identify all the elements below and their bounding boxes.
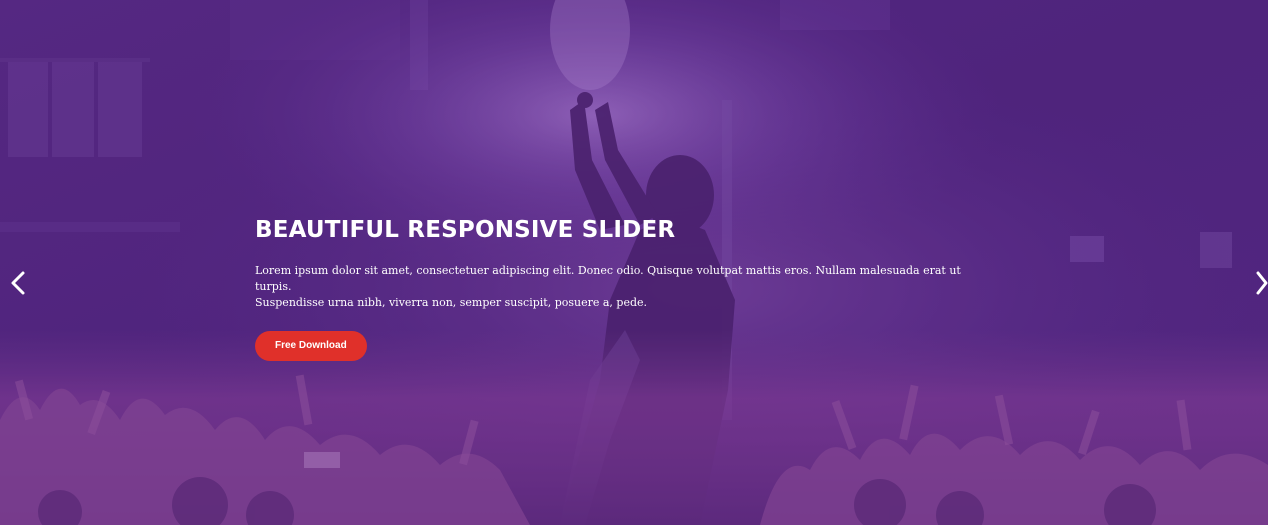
slide-description-line1: Lorem ipsum dolor sit amet, consectetuer… <box>255 264 961 293</box>
hero-slider: BEAUTIFUL RESPONSIVE SLIDER Lorem ipsum … <box>0 0 1268 525</box>
free-download-button[interactable]: Free Download <box>255 331 367 361</box>
slide-title: BEAUTIFUL RESPONSIVE SLIDER <box>255 217 676 243</box>
chevron-left-icon <box>11 271 25 295</box>
chevron-right-icon <box>1256 271 1268 295</box>
slide-description-line2: Suspendisse urna nibh, viverra non, semp… <box>255 296 648 309</box>
slide-caption: BEAUTIFUL RESPONSIVE SLIDER Lorem ipsum … <box>255 214 1015 361</box>
slide-description: Lorem ipsum dolor sit amet, consectetuer… <box>255 263 985 311</box>
prev-slide-button[interactable] <box>4 268 34 298</box>
next-slide-button[interactable] <box>1250 268 1268 298</box>
